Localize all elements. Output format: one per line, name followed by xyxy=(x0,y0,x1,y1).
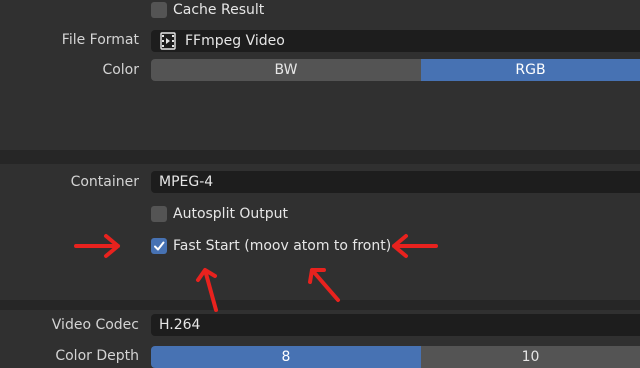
autosplit-checkbox[interactable] xyxy=(151,206,167,222)
fast-start-checkbox-row[interactable]: Fast Start (moov atom to front) xyxy=(151,236,391,256)
video-panel: Video Codec H.264 Color Depth 8 10 xyxy=(0,310,640,368)
color-label: Color xyxy=(102,62,139,78)
color-mode-selector: BW RGB xyxy=(151,59,640,81)
color-bw-button[interactable]: BW xyxy=(151,59,421,81)
container-value: MPEG-4 xyxy=(159,174,214,190)
film-icon xyxy=(159,32,177,50)
color-depth-selector: 8 10 xyxy=(151,346,640,368)
cache-result-label: Cache Result xyxy=(173,2,265,18)
autosplit-checkbox-row[interactable]: Autosplit Output xyxy=(151,204,288,224)
fast-start-checkbox[interactable] xyxy=(151,238,167,254)
container-dropdown[interactable]: MPEG-4 xyxy=(151,171,640,193)
checkmark-icon xyxy=(154,241,165,251)
autosplit-label: Autosplit Output xyxy=(173,206,289,222)
annotation-arrow-left-icon xyxy=(392,234,438,258)
fast-start-label: Fast Start (moov atom to front) xyxy=(173,238,392,254)
video-codec-dropdown[interactable]: H.264 xyxy=(151,314,640,336)
cache-result-checkbox[interactable] xyxy=(151,2,167,18)
annotation-arrow-up-left-icon xyxy=(308,268,340,302)
color-rgb-button[interactable]: RGB xyxy=(421,59,640,81)
container-label: Container xyxy=(70,174,139,190)
annotation-arrow-up-icon xyxy=(196,268,218,312)
annotation-arrow-right-icon xyxy=(74,234,120,258)
color-depth-label: Color Depth xyxy=(55,348,139,364)
panel-divider xyxy=(0,150,640,164)
video-codec-value: H.264 xyxy=(159,317,201,333)
color-depth-10-button[interactable]: 10 xyxy=(421,346,640,368)
file-format-label: File Format xyxy=(61,32,139,48)
file-format-dropdown[interactable]: FFmpeg Video xyxy=(151,30,640,52)
output-panel: Cache Result File Format FFmpeg Video Co… xyxy=(0,0,640,150)
file-format-value: FFmpeg Video xyxy=(185,33,285,49)
cache-result-checkbox-row[interactable]: Cache Result xyxy=(151,0,264,20)
video-codec-label: Video Codec xyxy=(51,317,139,333)
color-depth-8-button[interactable]: 8 xyxy=(151,346,421,368)
